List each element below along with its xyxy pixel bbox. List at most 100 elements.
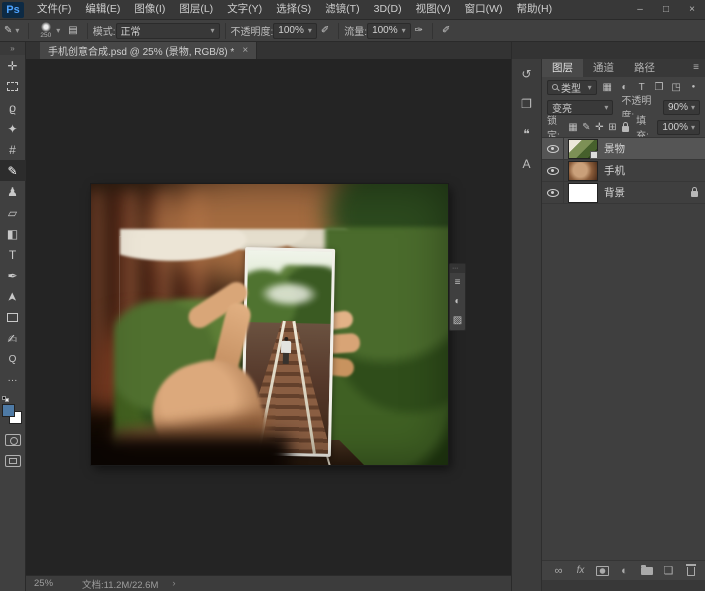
status-options-arrow[interactable]: › xyxy=(172,578,175,589)
canvas-area[interactable]: ⋯ ≡ ◐ ▨ xyxy=(26,59,511,575)
foreground-color-swatch[interactable] xyxy=(2,404,15,417)
visibility-toggle[interactable] xyxy=(542,160,564,181)
lock-paint-icon[interactable]: ✎ xyxy=(582,120,591,134)
lasso-icon: ϱ xyxy=(9,101,16,115)
hand-tool[interactable]: ✍ xyxy=(0,328,26,349)
opacity-pressure-button[interactable]: ✐ xyxy=(317,25,333,36)
edit-toolbar-button[interactable]: ··· xyxy=(0,370,26,391)
link-layers-button[interactable]: ∞ xyxy=(552,565,565,577)
chevron-down-icon: ▾ xyxy=(56,26,60,35)
lock-move-icon[interactable]: ✛ xyxy=(595,120,604,134)
panel-tabs: 图层 通道 路径 ≡ xyxy=(542,59,705,77)
adjustment-layer-button[interactable]: ◐ xyxy=(618,565,631,577)
flow-select[interactable]: 100% ▾ xyxy=(367,23,411,39)
screen-mode-button[interactable] xyxy=(5,455,21,467)
layer-opacity-select[interactable]: 90% ▾ xyxy=(663,100,700,115)
toolbar-collapse-button[interactable]: » xyxy=(0,42,25,55)
visibility-toggle[interactable] xyxy=(542,182,564,203)
layer-name[interactable]: 景物 xyxy=(604,141,705,156)
new-group-button[interactable] xyxy=(640,567,653,575)
tab-layers[interactable]: 图层 xyxy=(542,59,583,77)
layer-row-shouji[interactable]: 手机 xyxy=(542,160,705,182)
maximize-button[interactable]: □ xyxy=(653,0,679,19)
lasso-tool[interactable]: ϱ xyxy=(0,97,26,118)
minimize-button[interactable]: – xyxy=(627,0,653,19)
layer-thumbnail[interactable] xyxy=(568,183,598,203)
filter-type-select[interactable]: 类型 ▾ xyxy=(547,80,597,95)
pen-tool[interactable]: ✒ xyxy=(0,265,26,286)
menu-select[interactable]: 选择(S) xyxy=(269,0,318,19)
clone-stamp-tool[interactable]: ♟ xyxy=(0,181,26,202)
menu-image[interactable]: 图像(I) xyxy=(127,0,172,19)
zoom-tool[interactable]: Q xyxy=(0,349,26,370)
minidock-header[interactable]: ⋯ xyxy=(450,264,465,273)
menu-window[interactable]: 窗口(W) xyxy=(458,0,510,19)
gradient-tool[interactable]: ◧ xyxy=(0,223,26,244)
brush-size-picker[interactable]: 250 ▾ xyxy=(34,22,64,40)
filter-pixel-layers-icon[interactable]: ▦ xyxy=(601,80,614,94)
layer-name[interactable]: 手机 xyxy=(604,163,705,178)
crop-tool[interactable]: # xyxy=(0,139,26,160)
menu-edit[interactable]: 编辑(E) xyxy=(78,0,127,19)
tool-preset-picker[interactable]: ✎ ▾ xyxy=(0,25,23,36)
menu-layer[interactable]: 图层(L) xyxy=(172,0,220,19)
menu-help[interactable]: 帮助(H) xyxy=(510,0,560,19)
brush-panel-toggle[interactable]: ▤ xyxy=(64,25,81,36)
tab-channels[interactable]: 通道 xyxy=(583,59,624,77)
layer-row-jingwu[interactable]: 景物 xyxy=(542,138,705,160)
quick-selection-tool[interactable]: ✦ xyxy=(0,118,26,139)
menu-file[interactable]: 文件(F) xyxy=(30,0,78,19)
menu-type[interactable]: 文字(Y) xyxy=(220,0,269,19)
brush-tool[interactable]: ✎ xyxy=(0,160,26,181)
document-image[interactable] xyxy=(91,184,448,465)
opacity-select[interactable]: 100% ▾ xyxy=(273,23,317,39)
layer-name[interactable]: 背景 xyxy=(604,185,683,200)
menu-view[interactable]: 视图(V) xyxy=(409,0,458,19)
fill-select[interactable]: 100% ▾ xyxy=(657,120,700,135)
default-colors-icon[interactable] xyxy=(2,396,11,403)
eraser-tool[interactable]: ▱ xyxy=(0,202,26,223)
libraries-panel-icon[interactable]: ▨ xyxy=(450,311,465,330)
marquee-tool[interactable] xyxy=(0,76,26,97)
visibility-toggle[interactable] xyxy=(542,138,564,159)
filter-toggle[interactable]: ● xyxy=(687,80,700,94)
history-panel-icon[interactable]: ↺ xyxy=(516,63,538,85)
opacity-label: 不透明度: xyxy=(231,23,274,38)
blend-mode-select[interactable]: 正常 ▾ xyxy=(116,23,220,39)
layer-locked-indicator xyxy=(683,188,705,197)
shape-tool[interactable] xyxy=(0,307,26,328)
clone-source-panel-icon[interactable]: ❐ xyxy=(516,93,538,115)
new-layer-button[interactable]: ❏ xyxy=(662,564,675,577)
character-panel-icon[interactable]: A xyxy=(516,153,538,175)
panel-menu-icon[interactable]: ≡ xyxy=(687,59,705,77)
opacity-value: 100% xyxy=(278,25,304,36)
adjustments-panel-icon[interactable]: ≡ xyxy=(450,273,465,292)
filter-smart-objects-icon[interactable]: ◳ xyxy=(670,80,683,94)
layer-thumbnail[interactable] xyxy=(568,139,598,159)
layer-row-beijing[interactable]: 背景 xyxy=(542,182,705,204)
zoom-level-field[interactable]: 25% xyxy=(34,578,68,589)
document-tab[interactable]: 手机创意合成.psd @ 25% (景物, RGB/8) * × xyxy=(40,42,257,59)
lock-artboard-icon[interactable]: ⊞ xyxy=(608,120,617,134)
tab-paths[interactable]: 路径 xyxy=(624,59,665,77)
blend-opacity-row: 变亮 ▾ 不透明度: 90% ▾ xyxy=(542,97,705,117)
delete-layer-button[interactable] xyxy=(684,565,697,576)
tab-close-icon[interactable]: × xyxy=(242,45,248,56)
path-selection-tool[interactable]: ➤ xyxy=(0,286,26,307)
move-tool[interactable]: ✛ xyxy=(0,55,26,76)
airbrush-button[interactable]: ✑ xyxy=(411,25,427,36)
layer-thumbnail[interactable] xyxy=(568,161,598,181)
menu-filter[interactable]: 滤镜(T) xyxy=(318,0,366,19)
notes-panel-icon[interactable]: ❝ xyxy=(516,123,538,145)
close-button[interactable]: × xyxy=(679,0,705,19)
quick-mask-button[interactable] xyxy=(5,434,21,446)
layer-style-button[interactable]: fx xyxy=(574,565,587,576)
layers-panel: 图层 通道 路径 ≡ 类型 ▾ ▦ ◐ T ❒ xyxy=(542,59,705,591)
add-layer-mask-button[interactable] xyxy=(596,566,609,576)
type-tool[interactable]: T xyxy=(0,244,26,265)
menu-3d[interactable]: 3D(D) xyxy=(367,0,409,19)
lock-all-icon[interactable] xyxy=(621,120,630,134)
lock-transparency-icon[interactable]: ▦ xyxy=(568,120,577,134)
properties-panel-icon[interactable]: ◐ xyxy=(450,292,465,311)
size-pressure-button[interactable]: ✐ xyxy=(438,25,454,36)
